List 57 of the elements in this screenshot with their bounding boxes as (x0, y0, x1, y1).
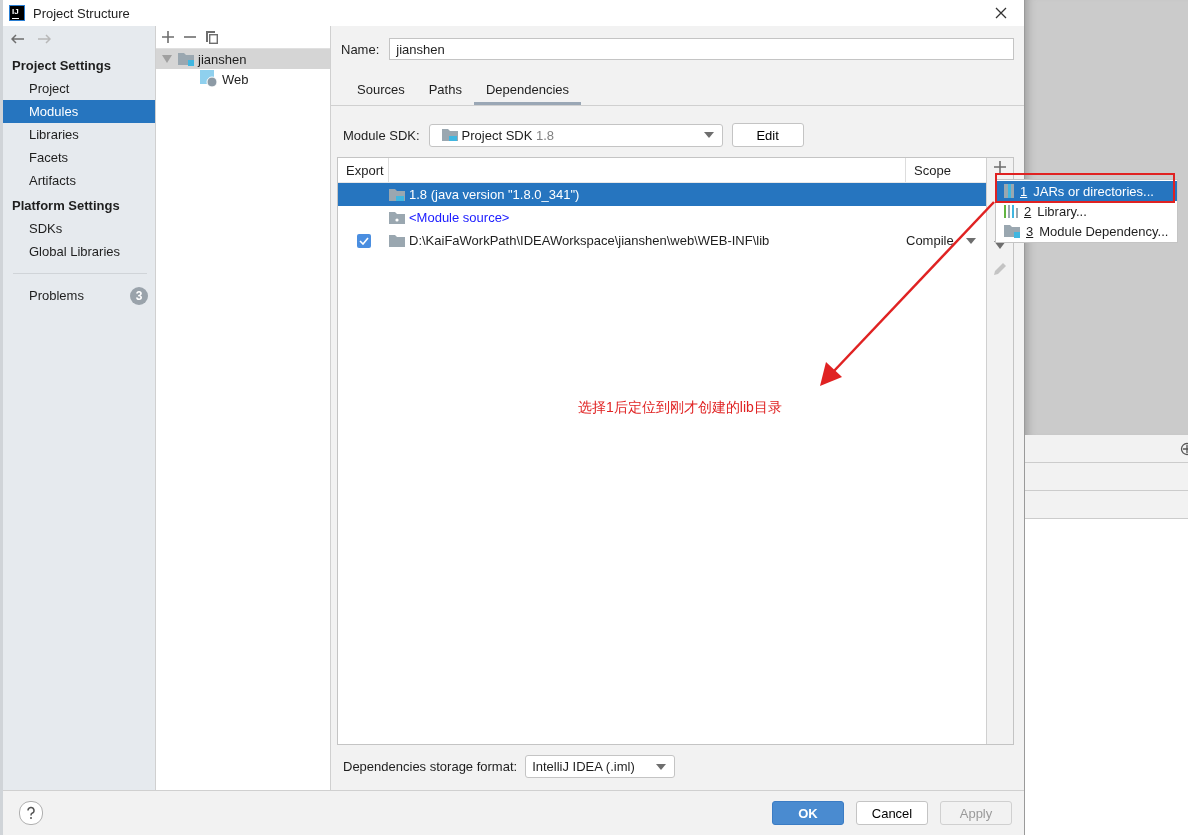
caret-icon (703, 132, 714, 138)
storage-format-dropdown[interactable]: IntelliJ IDEA (.iml) (525, 755, 676, 778)
dependency-name: 1.8 (java version "1.8.0_341") (409, 187, 580, 202)
menu-item[interactable]: 2 Library... (996, 201, 1177, 221)
count-badge: 3 (130, 286, 148, 305)
tree-item[interactable]: Web (156, 69, 330, 89)
tab[interactable]: Dependencies (473, 78, 582, 105)
column-header: Export (338, 158, 389, 182)
scope-dropdown[interactable]: Compile (906, 233, 954, 248)
name-label: Name: (341, 41, 380, 57)
problems-item[interactable]: Problems (29, 288, 130, 303)
copy-icon[interactable] (206, 30, 218, 44)
sdk-icon (389, 187, 405, 202)
sdk-dropdown[interactable]: Project SDK 1.8 (428, 123, 723, 147)
window-title: Project Structure (33, 5, 131, 21)
sidebar-item[interactable]: Project (3, 77, 155, 100)
library-icon (1004, 204, 1018, 218)
dependency-row[interactable]: 1.8 (java version "1.8.0_341") (338, 183, 986, 206)
sidebar-item[interactable]: Facets (3, 146, 155, 169)
sidebar-item[interactable]: SDKs (3, 217, 155, 240)
sdk-icon (441, 128, 458, 142)
help-icon[interactable] (19, 801, 43, 825)
caret-icon (656, 763, 667, 770)
module-icon (1004, 224, 1020, 238)
menu-item[interactable]: 1 JARs or directories... (996, 181, 1177, 201)
module-sdk-label: Module SDK: (343, 127, 420, 143)
source-folder-icon (389, 210, 405, 225)
dialog-button[interactable]: Cancel (856, 801, 928, 825)
menu-item[interactable]: 3 Module Dependency... (996, 221, 1177, 241)
jar-icon (1004, 184, 1014, 198)
sidebar-item[interactable]: Global Libraries (3, 240, 155, 263)
dependency-row[interactable]: <Module source> (338, 206, 986, 229)
sidebar-item[interactable]: Modules (3, 100, 155, 123)
name-field[interactable]: jianshen (389, 38, 1014, 60)
caret-icon (965, 237, 976, 244)
dependency-name: D:\KaiFaWorkPath\IDEAWorkspace\jianshen\web\WEB-INF\lib (409, 233, 770, 248)
back-arrow-icon[interactable] (11, 34, 25, 44)
dependency-name: <Module source> (409, 210, 510, 225)
sidebar-item[interactable]: Artifacts (3, 169, 155, 192)
annotation-text: 选择1后定位到刚才创建的lib目录 (578, 399, 782, 417)
dialog-button[interactable]: OK (772, 801, 844, 825)
tab[interactable]: Sources (345, 78, 417, 105)
app-logo: IJ (9, 5, 25, 21)
tab[interactable]: Paths (416, 78, 474, 105)
sidebar-item[interactable]: Libraries (3, 123, 155, 146)
export-checkbox[interactable] (356, 233, 371, 248)
add-icon[interactable] (994, 161, 1006, 173)
section-heading: Platform Settings (11, 197, 121, 215)
edit-button[interactable]: Edit (731, 123, 804, 147)
tree-item[interactable]: jianshen (156, 49, 330, 69)
add-icon[interactable] (162, 31, 174, 43)
module-icon (178, 52, 194, 66)
storage-format-label: Dependencies storage format: (343, 759, 518, 774)
section-heading: Project Settings (11, 57, 112, 75)
dependency-row[interactable]: D:\KaiFaWorkPath\IDEAWorkspace\jianshen\web\WEB-INF\lib Compile (338, 229, 986, 252)
web-icon (200, 70, 218, 88)
folder-icon (389, 233, 405, 248)
